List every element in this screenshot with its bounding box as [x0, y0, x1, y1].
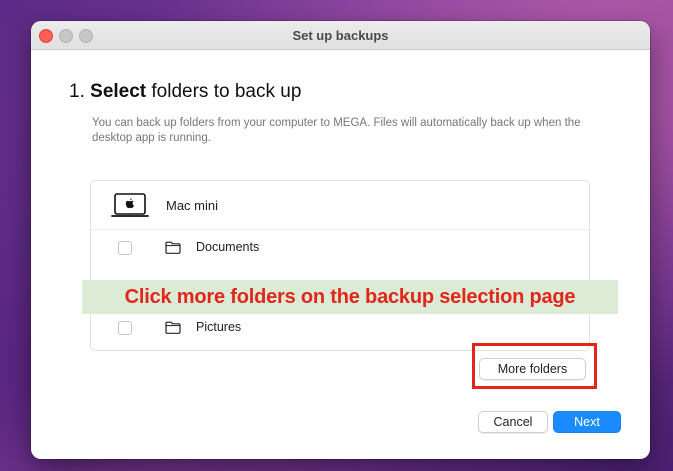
window-title: Set up backups	[292, 28, 389, 43]
setup-backups-window: Set up backups 1. Select folders to back…	[31, 21, 650, 459]
folder-row-documents[interactable]: Documents	[91, 231, 589, 267]
step-title-rest: folders to back up	[151, 81, 302, 102]
documents-checkbox[interactable]	[118, 241, 132, 255]
device-row: Mac mini	[91, 181, 589, 230]
laptop-apple-icon	[111, 193, 149, 217]
next-button[interactable]: Next	[553, 411, 621, 433]
folder-selection-panel: Mac mini Documents Pictures	[90, 180, 590, 351]
step-number: 1.	[69, 81, 85, 102]
step-emphasis: Select	[90, 81, 147, 102]
tutorial-annotation-banner: Click more folders on the backup selecti…	[82, 280, 618, 314]
device-name: Mac mini	[166, 198, 219, 213]
folder-row-pictures[interactable]: Pictures	[91, 311, 589, 347]
folder-icon	[165, 241, 181, 254]
folder-label-pictures: Pictures	[196, 320, 242, 334]
title-bar: Set up backups	[31, 21, 650, 50]
step-heading: 1. Select folders to back up	[69, 81, 301, 103]
pictures-checkbox[interactable]	[118, 321, 132, 335]
cancel-button[interactable]: Cancel	[478, 411, 548, 433]
folder-icon	[165, 321, 181, 334]
step-description: You can back up folders from your comput…	[92, 117, 581, 144]
folder-label-documents: Documents	[196, 240, 260, 254]
more-folders-highlight	[472, 343, 597, 389]
